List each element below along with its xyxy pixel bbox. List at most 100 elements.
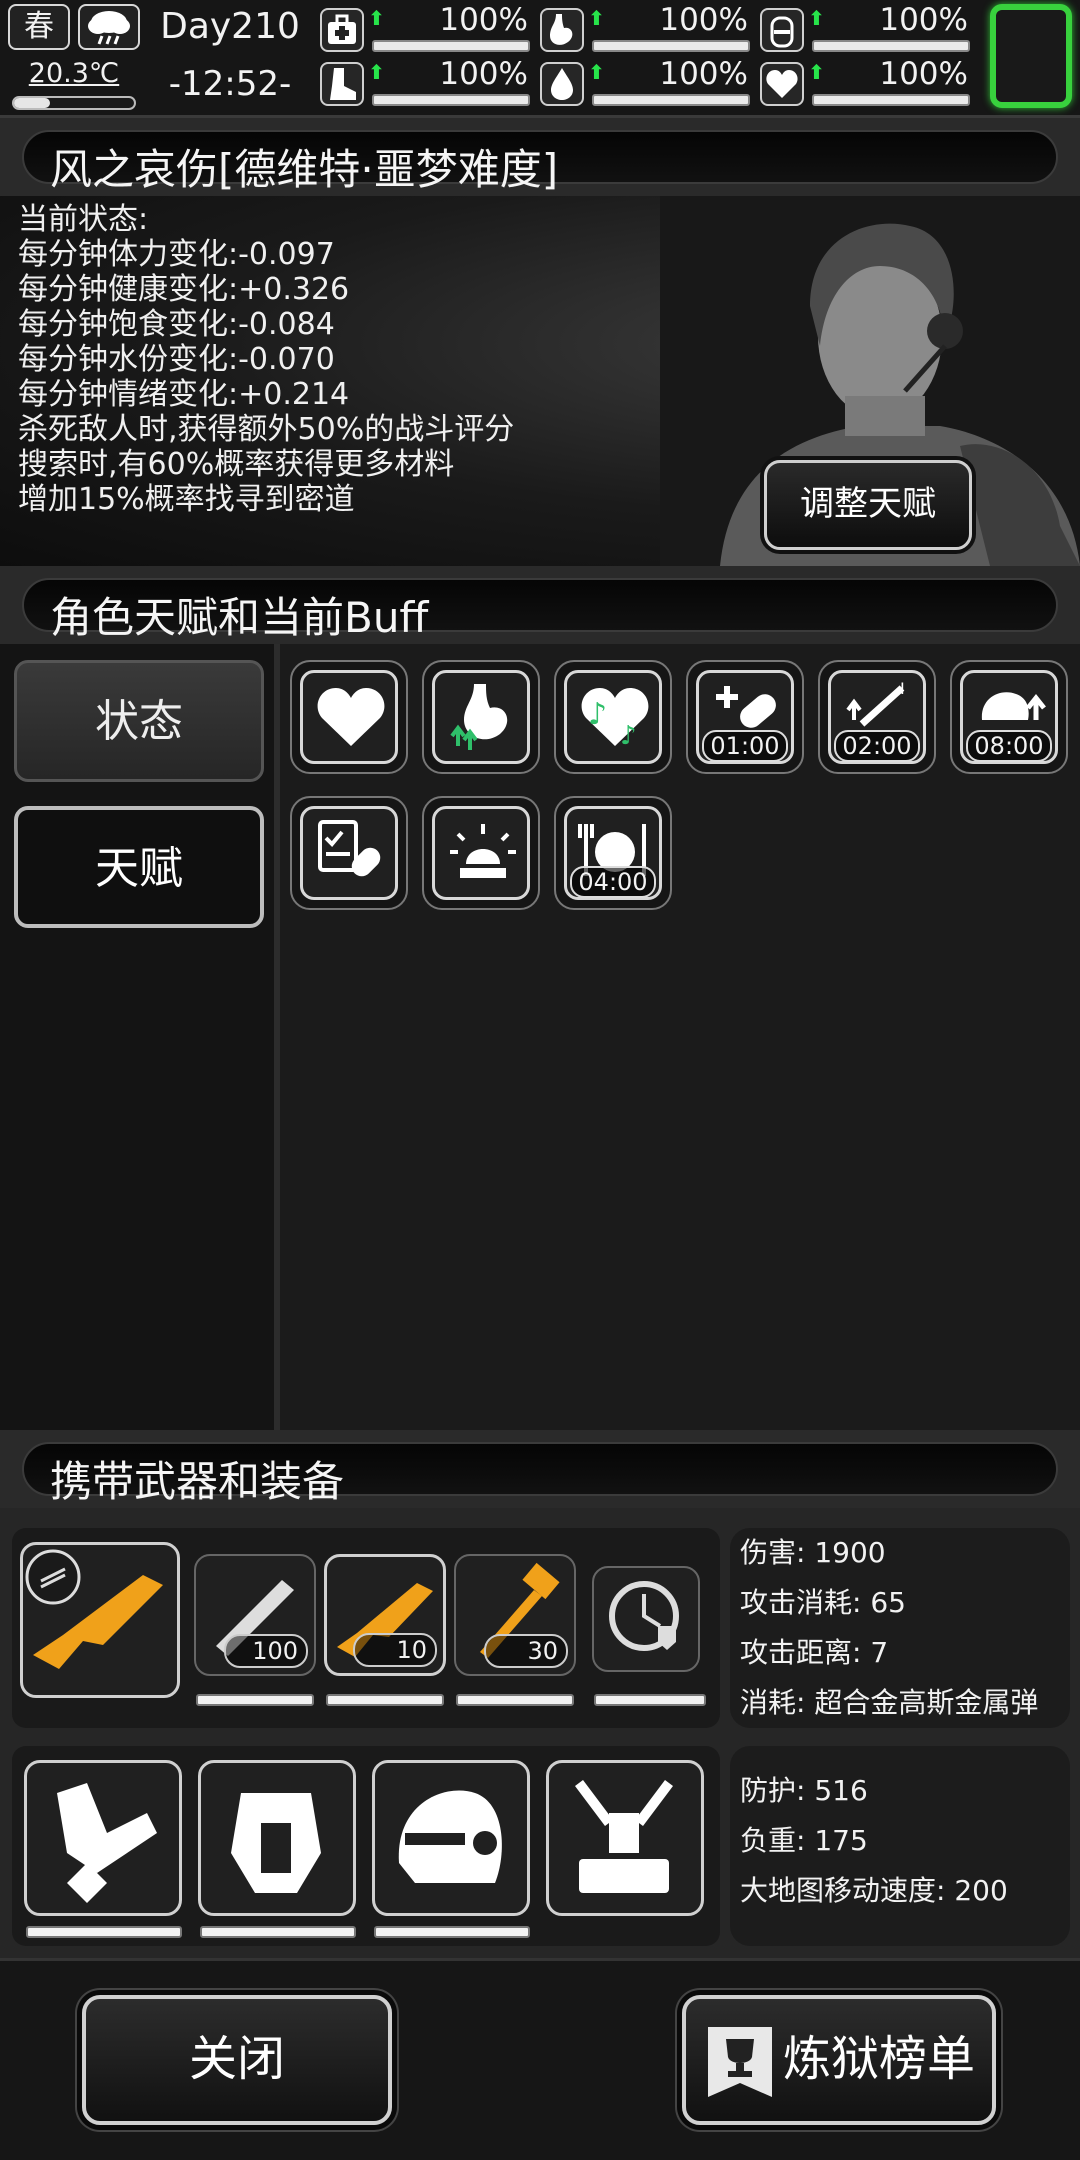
weapon-slot[interactable]: 100 bbox=[194, 1554, 316, 1676]
buff-item[interactable]: 01:00 bbox=[686, 660, 804, 774]
status-line: 每分钟情绪变化:+0.214 bbox=[18, 377, 350, 412]
equipment-panel: 100 10 30 伤害: 1900 攻击消耗: 65 攻击距离: 7 消耗: … bbox=[0, 1508, 1080, 1958]
close-button[interactable]: 关闭 bbox=[82, 1995, 392, 2125]
temperature: 20.3℃ bbox=[28, 58, 120, 89]
buff-item[interactable]: 08:00 bbox=[950, 660, 1068, 774]
menu-button[interactable] bbox=[990, 4, 1072, 108]
status-line: 每分钟健康变化:+0.326 bbox=[18, 272, 350, 307]
stat-mood[interactable]: ⬆ 100% bbox=[760, 56, 970, 108]
stat-water[interactable]: ⬆ 100% bbox=[760, 2, 970, 54]
stomach-icon bbox=[540, 8, 584, 52]
armor-stats: 防护: 516 负重: 175 大地图移动速度: 200 bbox=[730, 1746, 1070, 1946]
buff-panel: 状态 天赋 ♪ ♪ 01:00 I 02:00 08:00 04:00 bbox=[0, 644, 1080, 1430]
buff-header: 角色天赋和当前Buff bbox=[0, 566, 1080, 644]
weapon-stat-line: 消耗: 超合金高斯金属弹 bbox=[740, 1686, 1039, 1719]
armor-slot-body[interactable] bbox=[198, 1760, 356, 1916]
buff-timer: 08:00 bbox=[966, 730, 1052, 762]
stat-bar bbox=[592, 40, 750, 52]
ammo-count: 30 bbox=[484, 1634, 568, 1668]
svg-text:♪: ♪ bbox=[588, 697, 607, 732]
alarm-light-icon bbox=[450, 824, 516, 878]
stat-value: 100% bbox=[659, 56, 748, 92]
stat-value: 100% bbox=[659, 2, 748, 38]
exoskeleton-icon bbox=[575, 1780, 673, 1893]
leaderboard-button[interactable]: 炼狱榜单 bbox=[682, 1995, 996, 2125]
character-status-panel: 当前状态: 每分钟体力变化:-0.097 每分钟健康变化:+0.326 每分钟饱… bbox=[0, 196, 1080, 566]
status-bar: 春 20.3℃ Day210 -12:52- ⬆ 100% ⬆ 100% ⬆ 1… bbox=[0, 0, 1080, 118]
arrow-up-icon: ⬆ bbox=[588, 6, 605, 30]
tab-talent[interactable]: 天赋 bbox=[14, 806, 264, 928]
trophy-banner-icon bbox=[708, 2027, 772, 2097]
status-text-block: 当前状态: 每分钟体力变化:-0.097 每分钟健康变化:+0.326 每分钟饱… bbox=[18, 202, 514, 517]
weather-icon bbox=[78, 4, 140, 50]
bottom-bar: 关闭 炼狱榜单 bbox=[0, 1958, 1080, 2160]
shotgun-icon bbox=[25, 1549, 163, 1669]
heart-icon bbox=[760, 62, 804, 106]
weapon-slots: 100 10 30 bbox=[12, 1528, 720, 1728]
stat-bar bbox=[372, 94, 530, 106]
durability-bar bbox=[26, 1926, 182, 1938]
stat-value: 100% bbox=[439, 56, 528, 92]
buff-tabs: 状态 天赋 bbox=[0, 644, 280, 1430]
game-clock: -12:52- bbox=[168, 64, 292, 104]
day-counter: Day210 bbox=[160, 6, 300, 47]
boot-icon bbox=[320, 62, 364, 106]
accessory-slot[interactable] bbox=[592, 1566, 700, 1672]
weapon-slot-selected[interactable]: 10 bbox=[324, 1554, 446, 1676]
arrow-up-icon: ⬆ bbox=[808, 6, 825, 30]
buff-timer: 02:00 bbox=[834, 730, 920, 762]
buff-item[interactable]: I 02:00 bbox=[818, 660, 936, 774]
heart-icon bbox=[317, 688, 385, 746]
equipment-header: 携带武器和装备 bbox=[0, 1430, 1080, 1508]
durability-bar bbox=[594, 1694, 706, 1706]
stat-value: 100% bbox=[439, 2, 528, 38]
ammo-count: 10 bbox=[353, 1633, 437, 1667]
armor-stat-line: 负重: 175 bbox=[740, 1824, 868, 1857]
armor-slot-head[interactable] bbox=[372, 1760, 530, 1916]
music-heart-icon: ♪♪ bbox=[581, 688, 649, 751]
tab-status[interactable]: 状态 bbox=[14, 660, 264, 782]
stat-bar bbox=[592, 94, 750, 106]
buff-item[interactable]: 04:00 bbox=[554, 796, 672, 910]
stat-value: 100% bbox=[879, 2, 968, 38]
durability-bar bbox=[200, 1926, 356, 1938]
stat-satiety[interactable]: ⬆ 100% bbox=[540, 2, 750, 54]
bottle-icon bbox=[760, 8, 804, 52]
adjust-talent-button[interactable]: 调整天赋 bbox=[764, 460, 972, 550]
character-title: 风之哀伤[德维特·噩梦难度] bbox=[50, 145, 559, 194]
status-line: 每分钟饱食变化:-0.084 bbox=[18, 307, 335, 342]
armor-slot-arm[interactable] bbox=[24, 1760, 182, 1916]
armor-slot-exo[interactable] bbox=[546, 1760, 704, 1916]
helmet-icon bbox=[398, 1790, 502, 1883]
temperature-bar bbox=[12, 96, 136, 110]
stat-bar bbox=[812, 94, 970, 106]
weapon-slot-primary[interactable] bbox=[20, 1542, 180, 1698]
arm-armor-icon bbox=[57, 1783, 157, 1903]
equipment-section-title: 携带武器和装备 bbox=[50, 1457, 345, 1506]
buff-item[interactable] bbox=[422, 660, 540, 774]
buff-item[interactable]: ♪ ♪ bbox=[554, 660, 672, 774]
durability-bar bbox=[456, 1694, 574, 1706]
arrow-up-icon: ⬆ bbox=[808, 60, 825, 84]
stat-hydration[interactable]: ⬆ 100% bbox=[540, 56, 750, 108]
weapon-stat-line: 攻击消耗: 65 bbox=[740, 1586, 906, 1619]
stat-bar bbox=[812, 40, 970, 52]
stat-health[interactable]: ⬆ 100% bbox=[320, 2, 530, 54]
arrow-up-icon: ⬆ bbox=[588, 60, 605, 84]
status-line: 杀死敌人时,获得额外50%的战斗评分 bbox=[18, 412, 515, 447]
status-line: 增加15%概率找寻到密道 bbox=[18, 482, 355, 517]
clipboard-pill-icon bbox=[318, 820, 381, 877]
buff-item[interactable] bbox=[290, 796, 408, 910]
weapon-stat-line: 伤害: 1900 bbox=[740, 1536, 886, 1569]
buff-item[interactable] bbox=[290, 660, 408, 774]
character-header: 风之哀伤[德维特·噩梦难度] bbox=[0, 118, 1080, 196]
stat-stamina[interactable]: ⬆ 100% bbox=[320, 56, 530, 108]
weapon-slot[interactable]: 30 bbox=[454, 1554, 576, 1676]
weapon-stat-line: 攻击距离: 7 bbox=[740, 1636, 889, 1669]
leaderboard-label: 炼狱榜单 bbox=[782, 2031, 975, 2087]
svg-text:♪: ♪ bbox=[620, 721, 637, 751]
durability-bar bbox=[326, 1694, 444, 1706]
shield-watch-icon bbox=[609, 1581, 679, 1651]
buff-item[interactable] bbox=[422, 796, 540, 910]
armor-slots bbox=[12, 1746, 720, 1946]
